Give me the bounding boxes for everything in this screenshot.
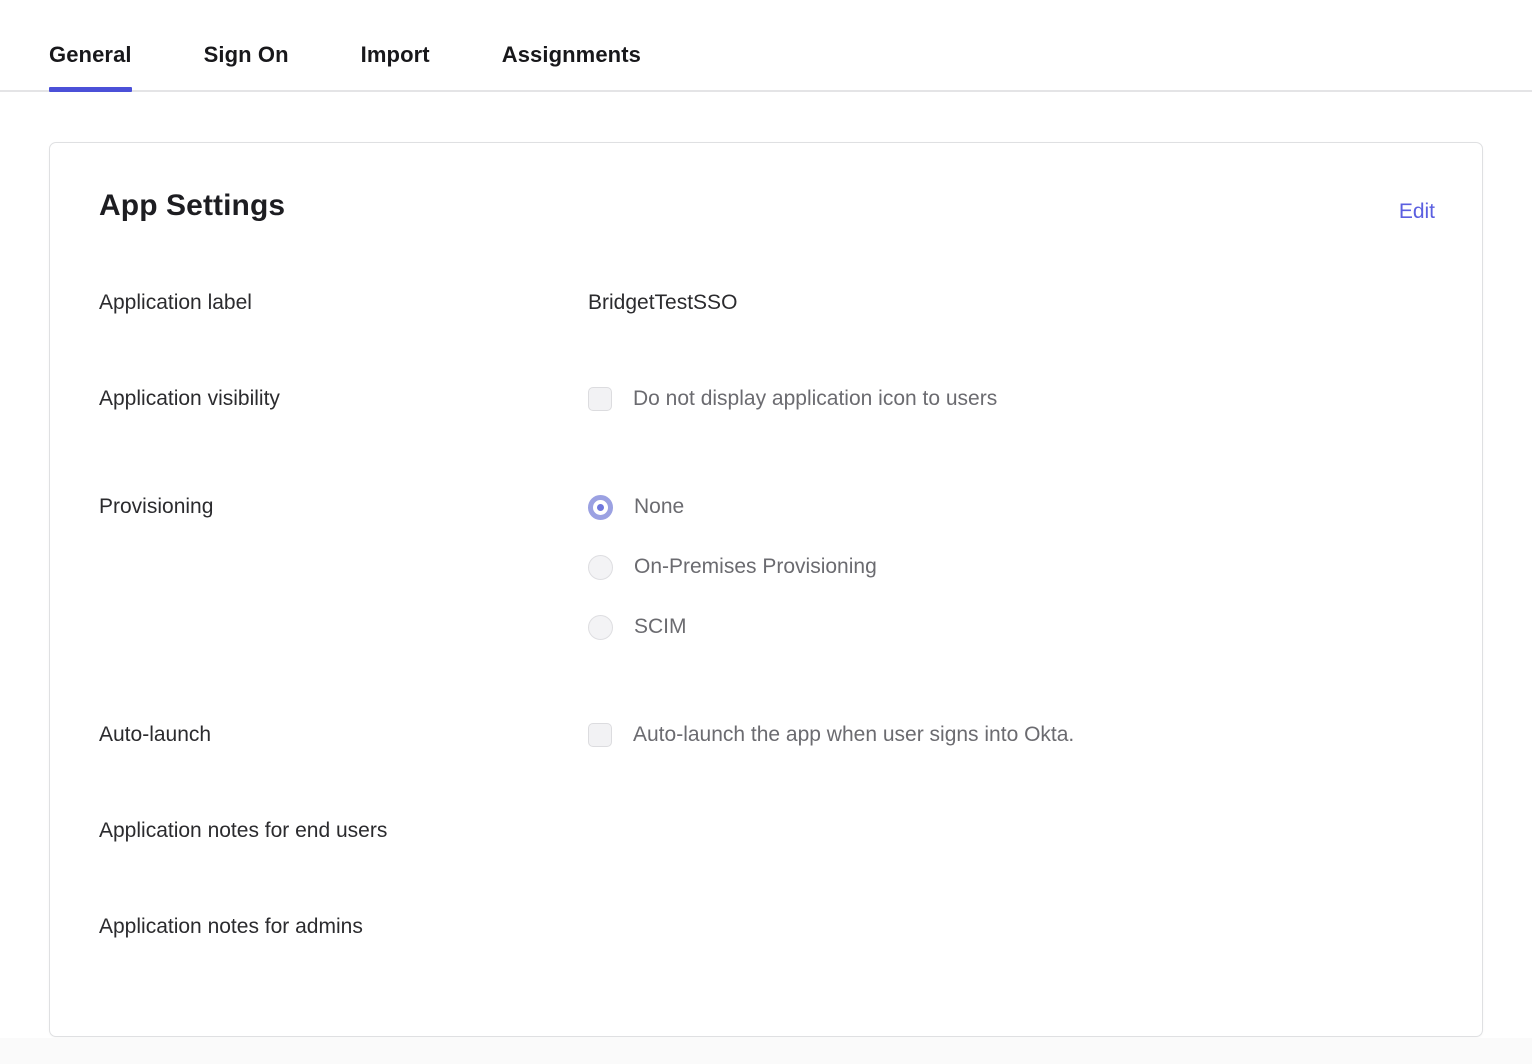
page-footer-strip (0, 1038, 1532, 1064)
application-visibility-value: Do not display application icon to users (588, 383, 1482, 413)
hide-icon-checkbox-label: Do not display application icon to users (633, 385, 997, 413)
tab-general[interactable]: General (49, 42, 132, 90)
auto-launch-value: Auto-launch the app when user signs into… (588, 719, 1482, 749)
page-content: App Settings Edit Application label Brid… (0, 92, 1532, 1064)
auto-launch-checkbox[interactable] (588, 723, 612, 747)
tab-general-label: General (49, 42, 132, 67)
provisioning-option-none[interactable]: None (588, 493, 1482, 521)
radio-scim-label: SCIM (634, 613, 687, 641)
notes-admins-value (588, 911, 1482, 913)
edit-button[interactable]: Edit (1399, 200, 1435, 224)
provisioning-value: None On-Premises Provisioning SCIM (588, 491, 1482, 641)
tab-assignments[interactable]: Assignments (502, 42, 641, 90)
visibility-checkbox-option[interactable]: Do not display application icon to users (588, 385, 1482, 413)
settings-rows: Application label BridgetTestSSO Applica… (50, 287, 1482, 971)
radio-on-premises-provisioning-label: On-Premises Provisioning (634, 553, 877, 581)
provisioning-option-on-premises[interactable]: On-Premises Provisioning (588, 553, 1482, 581)
auto-launch-checkbox-option[interactable]: Auto-launch the app when user signs into… (588, 721, 1482, 749)
app-settings-card: App Settings Edit Application label Brid… (49, 142, 1483, 1037)
radio-none-label: None (634, 493, 684, 521)
notes-end-users-value (588, 815, 1482, 817)
row-application-visibility: Application visibility Do not display ap… (99, 383, 1482, 491)
application-visibility-label: Application visibility (99, 383, 588, 413)
tab-import[interactable]: Import (361, 42, 430, 90)
auto-launch-label: Auto-launch (99, 719, 588, 749)
row-auto-launch: Auto-launch Auto-launch the app when use… (99, 719, 1482, 815)
row-application-label: Application label BridgetTestSSO (99, 287, 1482, 383)
hide-icon-checkbox[interactable] (588, 387, 612, 411)
provisioning-option-scim[interactable]: SCIM (588, 613, 1482, 641)
tab-sign-on-label: Sign On (204, 42, 289, 67)
row-notes-admins: Application notes for admins (99, 911, 1482, 971)
row-notes-end-users: Application notes for end users (99, 815, 1482, 911)
radio-scim[interactable] (588, 615, 613, 640)
radio-none[interactable] (588, 495, 613, 520)
card-header: App Settings Edit (50, 143, 1482, 224)
tab-import-label: Import (361, 42, 430, 67)
notes-admins-label: Application notes for admins (99, 911, 588, 941)
notes-end-users-label: Application notes for end users (99, 815, 588, 845)
page-title: App Settings (99, 189, 285, 223)
tab-bar: General Sign On Import Assignments (0, 0, 1532, 92)
radio-on-premises-provisioning[interactable] (588, 555, 613, 580)
auto-launch-checkbox-label: Auto-launch the app when user signs into… (633, 721, 1074, 749)
tab-assignments-label: Assignments (502, 42, 641, 67)
row-provisioning: Provisioning None On-Premises Provisioni… (99, 491, 1482, 719)
tab-sign-on[interactable]: Sign On (204, 42, 289, 90)
provisioning-label: Provisioning (99, 491, 588, 521)
application-label-value: BridgetTestSSO (588, 287, 1482, 317)
application-label-label: Application label (99, 287, 588, 317)
